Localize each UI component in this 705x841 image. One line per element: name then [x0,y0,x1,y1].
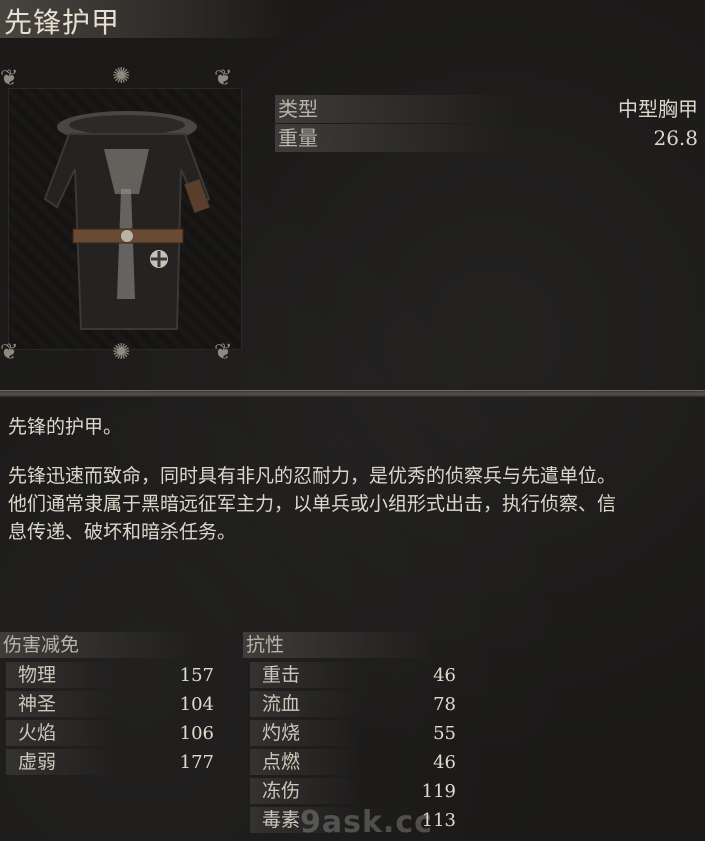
ornament-top-right: ❦ [214,66,233,91]
resistance-row-burn: 灼烧 55 [250,719,456,748]
damage-negation-header: 伤害减免 [0,632,196,658]
description-line-2: 先锋迅速而致命，同时具有非凡的忍耐力，是优秀的侦察兵与先遣单位。 [8,465,617,487]
ornament-top-left: ❦ [0,66,19,91]
resistance-row-strike: 重击 46 [250,661,456,690]
ornament-bottom-left: ❦ [0,340,19,365]
item-title: 先锋护甲 [4,6,121,39]
ornament-bottom-right: ❦ [214,340,233,365]
armor-chest-icon [43,111,211,330]
damage-row-physical: 物理 157 [6,661,214,690]
description-line-3: 他们通常隶属于黑暗远征军主力，以单兵或小组形式出击，执行侦察、信 [8,493,617,515]
resistance-row-bleed: 流血 78 [250,690,456,719]
stat-row-weight: 重量 26.8 [275,124,700,152]
type-label: 类型 [278,97,318,121]
weight-label: 重量 [278,126,318,150]
section-divider [0,390,705,397]
type-value: 中型胸甲 [618,97,698,121]
damage-row-holy: 神圣 104 [6,690,214,719]
item-image-frame [8,88,242,350]
description-line-1: 先锋的护甲。 [8,416,123,438]
resistance-header: 抗性 [243,632,439,658]
resistance-row-frostbite: 冻伤 119 [250,777,456,806]
damage-row-frailty: 虚弱 177 [6,748,214,777]
resistance-row-ignite: 点燃 46 [250,748,456,777]
watermark: 9ask.cc [300,805,433,840]
weight-value: 26.8 [653,126,698,150]
stat-row-type: 类型 中型胸甲 [275,95,700,123]
damage-row-fire: 火焰 106 [6,719,214,748]
ornament-bottom-center: ✺ [112,340,131,365]
ornament-top-center: ✺ [112,64,131,89]
description-line-4: 息传递、破坏和暗杀任务。 [8,521,237,543]
